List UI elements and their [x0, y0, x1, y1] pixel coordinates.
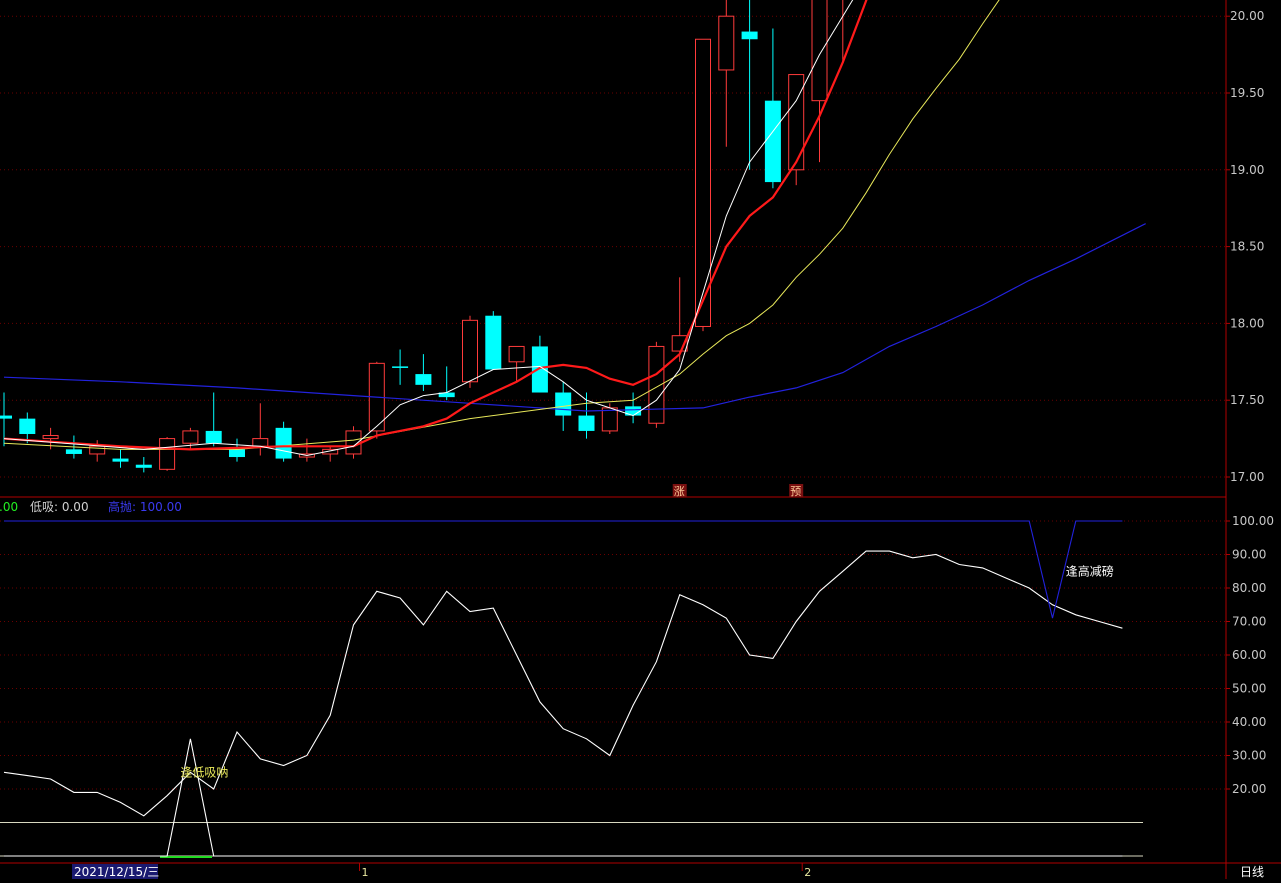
candle-body [205, 430, 222, 444]
candle-body [718, 15, 735, 71]
moving-average-ma3 [3, 0, 1000, 450]
candle-body [392, 366, 409, 368]
indicator-title-prefix: .00 [0, 500, 18, 514]
candle-body [695, 38, 711, 327]
candle-body [485, 315, 502, 370]
candle-body [252, 438, 269, 447]
main-tick-label: 17.00 [1230, 470, 1264, 484]
candle-body [65, 449, 82, 454]
candle-body [415, 374, 432, 385]
candle-body [601, 407, 618, 432]
candle-body [0, 415, 12, 419]
main-tick-label: 17.50 [1230, 393, 1264, 407]
candle-body [159, 438, 176, 470]
moving-average-ma4 [3, 223, 1146, 412]
candle-body [275, 427, 292, 459]
candle-body [531, 346, 548, 393]
indicator-legend-item: 低吸: 0.00 [30, 500, 89, 514]
month-marker-label: 1 [362, 866, 369, 879]
candle-body [229, 449, 245, 458]
main-tick-label: 19.00 [1230, 163, 1264, 177]
candle-body [741, 31, 758, 40]
moving-averages [3, 0, 1146, 457]
indicator-lines [0, 520, 1143, 858]
candle-body [648, 345, 665, 424]
date-label: 2021/12/15/三 [74, 865, 159, 879]
candle-body [811, 0, 828, 102]
candle-body [788, 74, 805, 171]
indicator-tick-label: 80.00 [1232, 581, 1266, 595]
indicator-tick-label: 20.00 [1232, 782, 1266, 796]
indicator-tick-label: 60.00 [1232, 648, 1266, 662]
main-tick-label: 18.50 [1230, 240, 1264, 254]
stock-chart-svg: 17.0017.5018.0018.5019.0019.5020.0020.50… [0, 0, 1281, 879]
main-tick-label: 19.50 [1230, 86, 1264, 100]
candle-body [462, 319, 478, 383]
indicator-annotation: 逢高减磅 [1066, 563, 1114, 578]
period-label: 日线 [1240, 865, 1264, 879]
indicator-tick-label: 100.00 [1232, 514, 1274, 528]
candle-body [578, 415, 595, 431]
indicator-series-0 [3, 550, 1123, 817]
signal-label: 涨 [674, 485, 685, 498]
indicator-series-2 [4, 738, 1123, 857]
indicator-tick-label: 50.00 [1232, 682, 1266, 696]
candle-body [19, 418, 36, 434]
moving-average-ma1 [3, 0, 854, 457]
indicator-annotation: 逢低吸呐 [180, 765, 228, 779]
candle-body [135, 464, 152, 468]
candle-body [508, 345, 525, 363]
signal-label: 预 [790, 485, 801, 498]
indicator-legend-item: 高抛: 100.00 [108, 499, 182, 514]
labels: 23.17涨预.00低吸: 0.00高抛: 100.00逢低吸呐逢高减磅吸呐 [0, 484, 1114, 779]
indicator-tick-label: 70.00 [1232, 615, 1266, 629]
main-tick-label: 20.00 [1230, 9, 1264, 23]
candle-body [764, 100, 781, 183]
candle-body [42, 435, 59, 440]
candle-body [555, 392, 572, 416]
main-tick-label: 18.00 [1230, 316, 1264, 330]
stock-chart: 17.0017.5018.0018.5019.0019.5020.0020.50… [0, 0, 1281, 879]
indicator-tick-label: 30.00 [1232, 749, 1266, 763]
candles [0, 0, 844, 473]
grid [0, 15, 1226, 790]
candle-body [182, 430, 199, 444]
month-marker-label: 2 [804, 866, 811, 879]
candle-body [112, 458, 129, 462]
indicator-tick-label: 90.00 [1232, 548, 1266, 562]
indicator-tick-label: 40.00 [1232, 715, 1266, 729]
indicator-series-1 [4, 520, 1123, 619]
